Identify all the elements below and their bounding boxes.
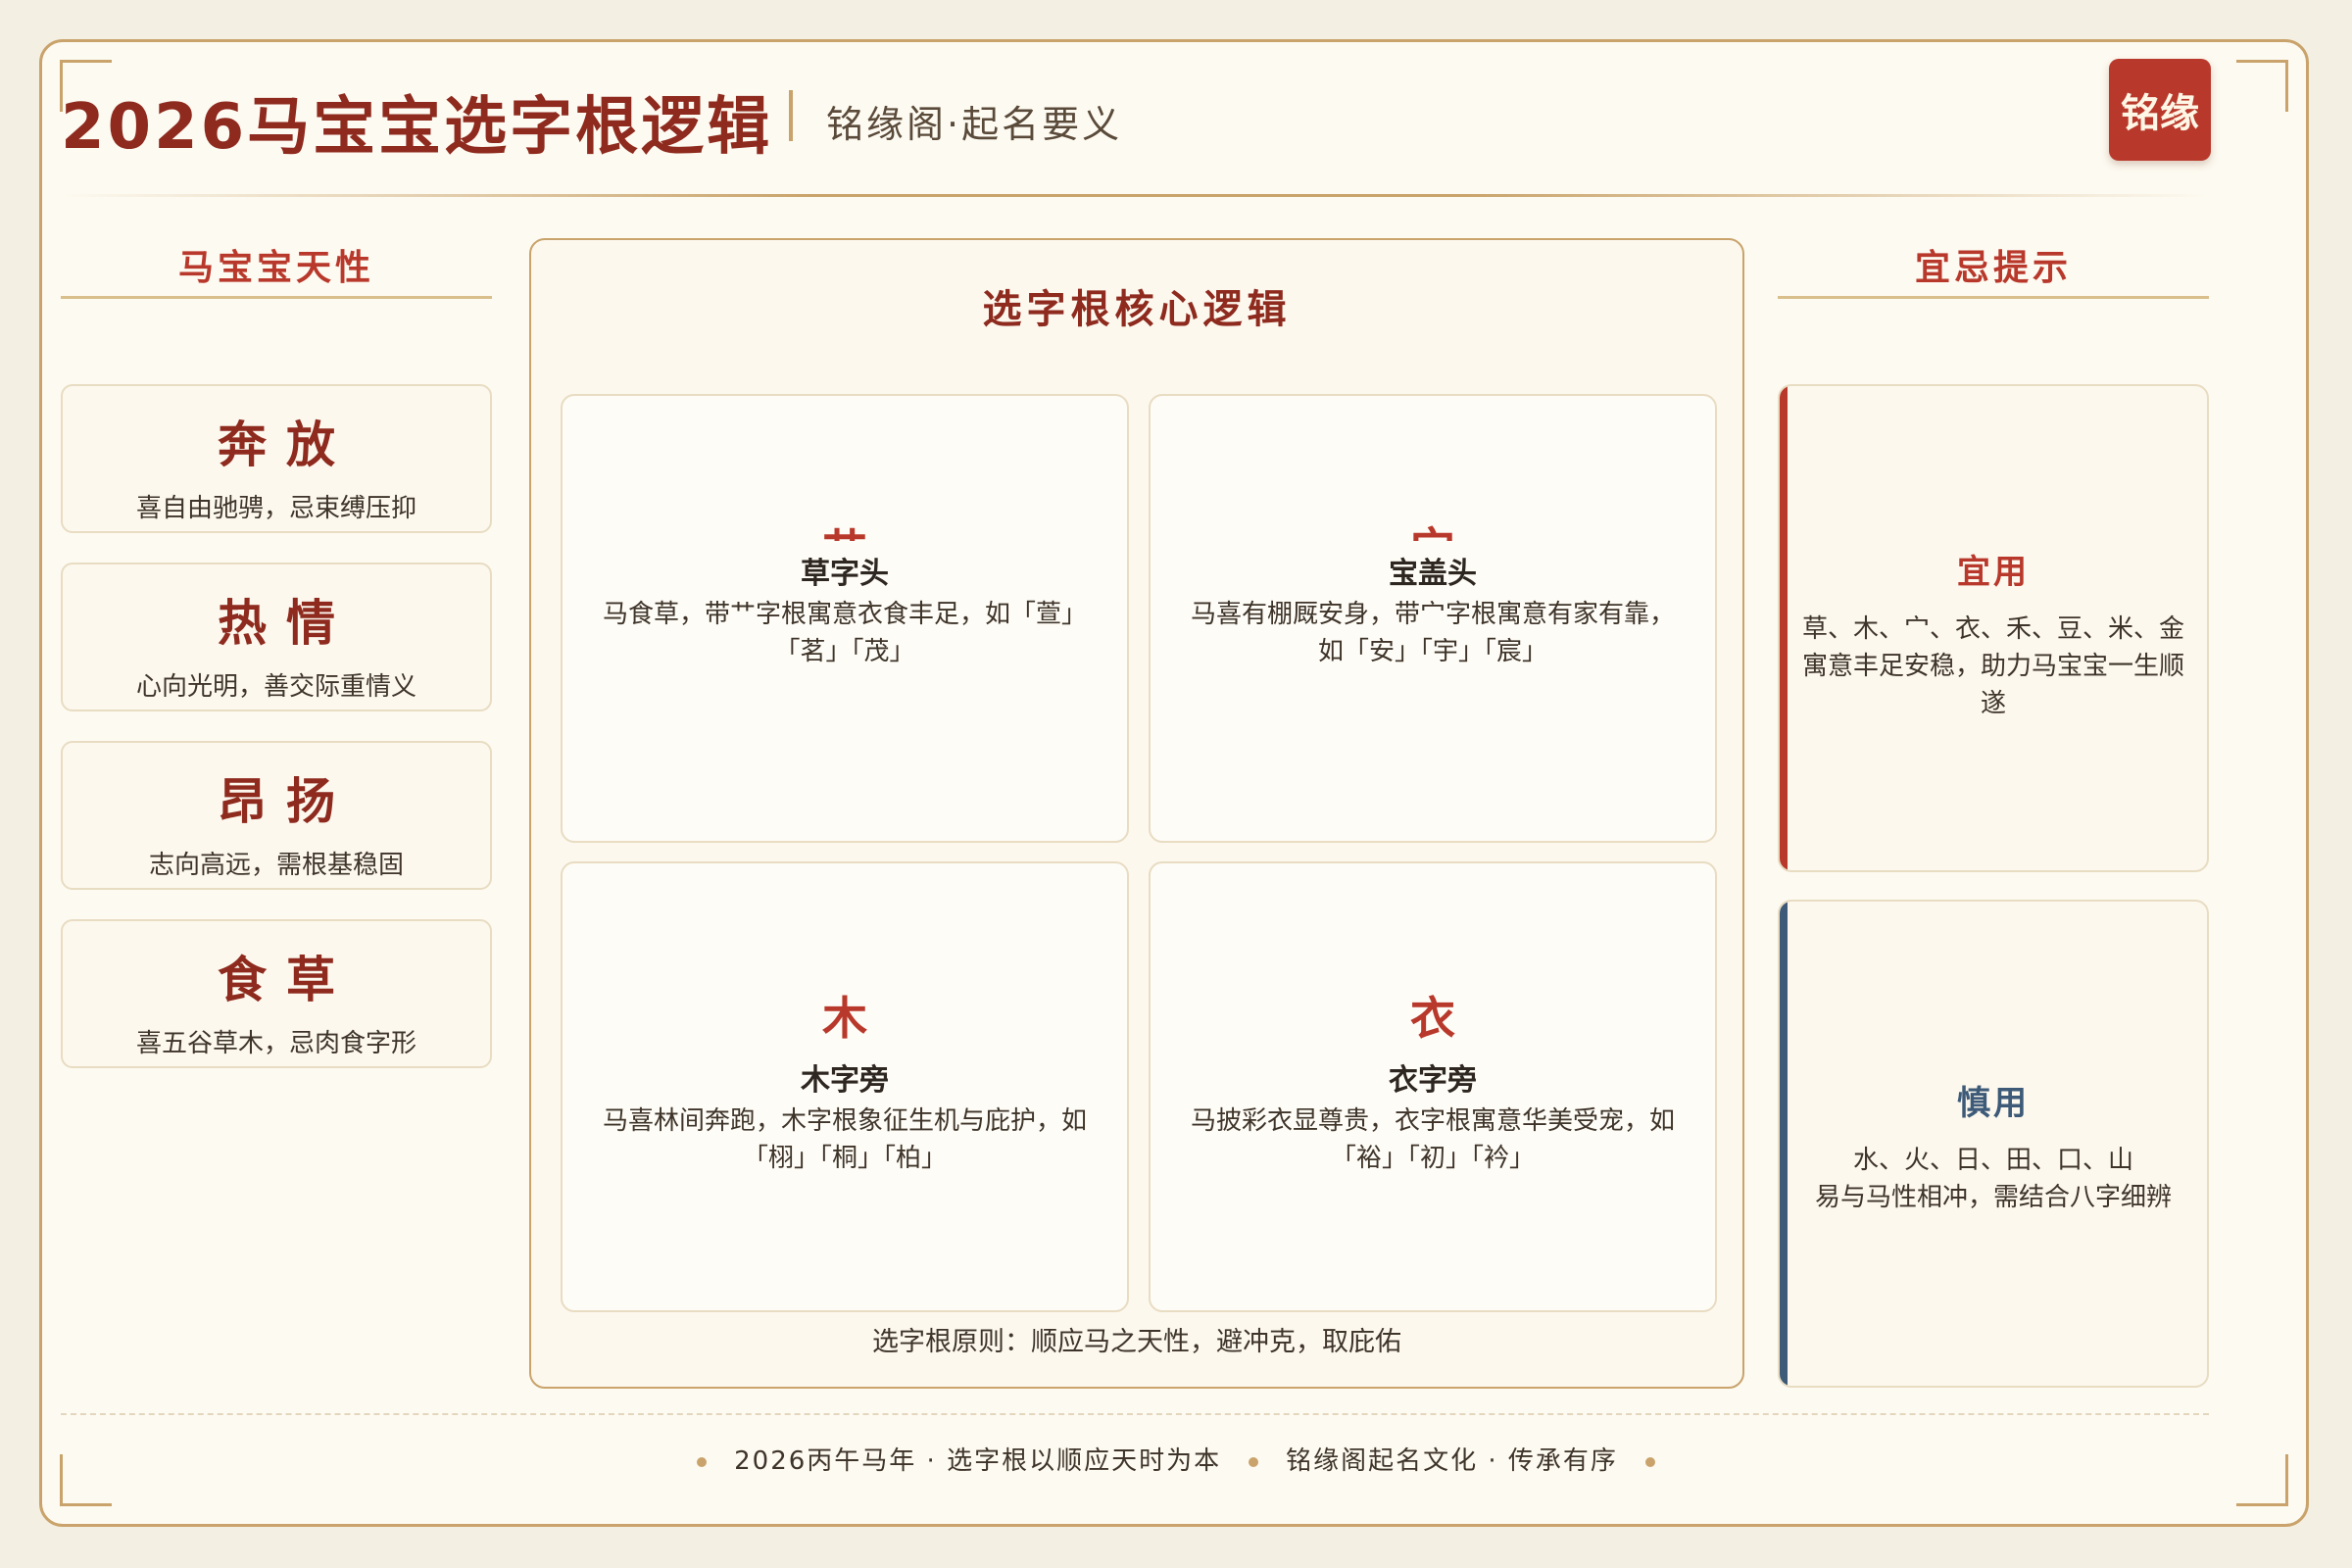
caution-body: 水、火、日、田、口、山 易与马性相冲，需结合八字细辨 [1780,1142,2207,1216]
footer-left-text: 2026丙午马年 · 选字根以顺应天时为本 [734,1446,1222,1476]
trait-title: 奔放 [218,416,355,473]
grass-radical-icon: 艹 [563,519,1127,541]
caution-title: 慎用 [1957,1084,2030,1123]
trait-desc: 心向光明，善交际重情义 [135,672,416,702]
trait-title: 昂扬 [218,773,355,830]
trait-card: 奔放 喜自由驰骋，忌束缚压抑 [61,384,492,533]
radical-desc: 马喜有棚厩安身，带宀字根寓意有家有靠，如「安」「宇」「宸」 [1190,600,1675,666]
footer-right-text: 铭缘阁起名文化 · 传承有序 [1286,1446,1618,1476]
radical-card-cao: 艹 草字头 马食草，带艹字根寓意衣食丰足，如「萱」「茗」「茂」 [561,394,1129,843]
suitable-accent-bar [1780,386,1788,870]
suitable-card: 宜用 草、木、宀、衣、禾、豆、米、金寓意丰足安稳，助力马宝宝一生顺遂 [1778,384,2209,872]
title-separator [789,90,793,141]
trait-desc: 喜五谷草木，忌肉食字形 [135,1029,416,1058]
trait-card: 食草 喜五谷草木，忌肉食字形 [61,919,492,1068]
trait-desc: 喜自由驰骋，忌束缚压抑 [135,494,416,523]
radical-desc: 马喜林间奔跑，木字根象征生机与庇护，如「栩」「桐」「柏」 [602,1106,1087,1173]
radical-card-yi: 衣 衣字旁 马披彩衣显尊贵，衣字根寓意华美受宠，如「裕」「初」「衿」 [1149,861,1717,1312]
caution-line-2: 易与马性相冲，需结合八字细辨 [1814,1183,2172,1212]
roof-radical-icon: 宀 [1151,519,1715,541]
footer-divider [61,1413,2209,1415]
corner-ornament-top-right [2236,60,2288,112]
core-logic-panel: 选字根核心逻辑 艹 草字头 马食草，带艹字根寓意衣食丰足，如「萱」「茗」「茂」 … [529,238,1744,1389]
brand-logo: 铭缘 [2109,59,2211,161]
trait-card: 昂扬 志向高远，需根基稳固 [61,741,492,890]
radical-name: 木字旁 [801,1063,889,1098]
trait-title: 热情 [218,595,355,652]
core-logic-heading: 选字根核心逻辑 [982,287,1292,332]
footer: 2026丙午马年 · 选字根以顺应天时为本 铭缘阁起名文化 · 传承有序 [0,1441,2352,1477]
radical-desc: 马食草，带艹字根寓意衣食丰足，如「萱」「茗」「茂」 [602,600,1087,666]
suitable-title: 宜用 [1957,553,2030,592]
radical-name: 衣字旁 [1389,1063,1477,1098]
wood-radical-icon: 木 [822,992,867,1045]
selection-principle: 选字根原则：顺应马之天性，避冲克，取庇佑 [872,1327,1401,1357]
tips-heading: 宜忌提示 [1778,239,2209,299]
radical-desc: 马披彩衣显尊贵，衣字根寓意华美受宠，如「裕」「初」「衿」 [1190,1106,1675,1173]
caution-accent-bar [1780,902,1788,1386]
suitable-body: 草、木、宀、衣、禾、豆、米、金寓意丰足安稳，助力马宝宝一生顺遂 [1801,614,2184,718]
page-subtitle: 铭缘阁·起名要义 [826,103,1123,146]
trait-desc: 志向高远，需根基稳固 [148,851,404,880]
header-divider [61,194,2209,197]
footer-dot [1644,1456,1655,1467]
radical-name: 宝盖头 [1389,557,1477,591]
trait-card: 热情 心向光明，善交际重情义 [61,563,492,711]
footer-dot [1249,1456,1259,1467]
caution-line-1: 水、火、日、田、口、山 [1852,1146,2133,1175]
clothing-radical-icon: 衣 [1410,992,1455,1045]
radical-card-baogai: 宀 宝盖头 马喜有棚厩安身，带宀字根寓意有家有靠，如「安」「宇」「宸」 [1149,394,1717,843]
trait-title: 食草 [218,952,355,1008]
caution-card: 慎用 水、火、日、田、口、山 易与马性相冲，需结合八字细辨 [1778,900,2209,1388]
footer-dot [697,1456,708,1467]
page-title: 2026马宝宝选字根逻辑 [61,91,773,164]
radical-card-mu: 木 木字旁 马喜林间奔跑，木字根象征生机与庇护，如「栩」「桐」「柏」 [561,861,1129,1312]
radical-name: 草字头 [801,557,889,591]
traits-heading: 马宝宝天性 [61,239,492,299]
